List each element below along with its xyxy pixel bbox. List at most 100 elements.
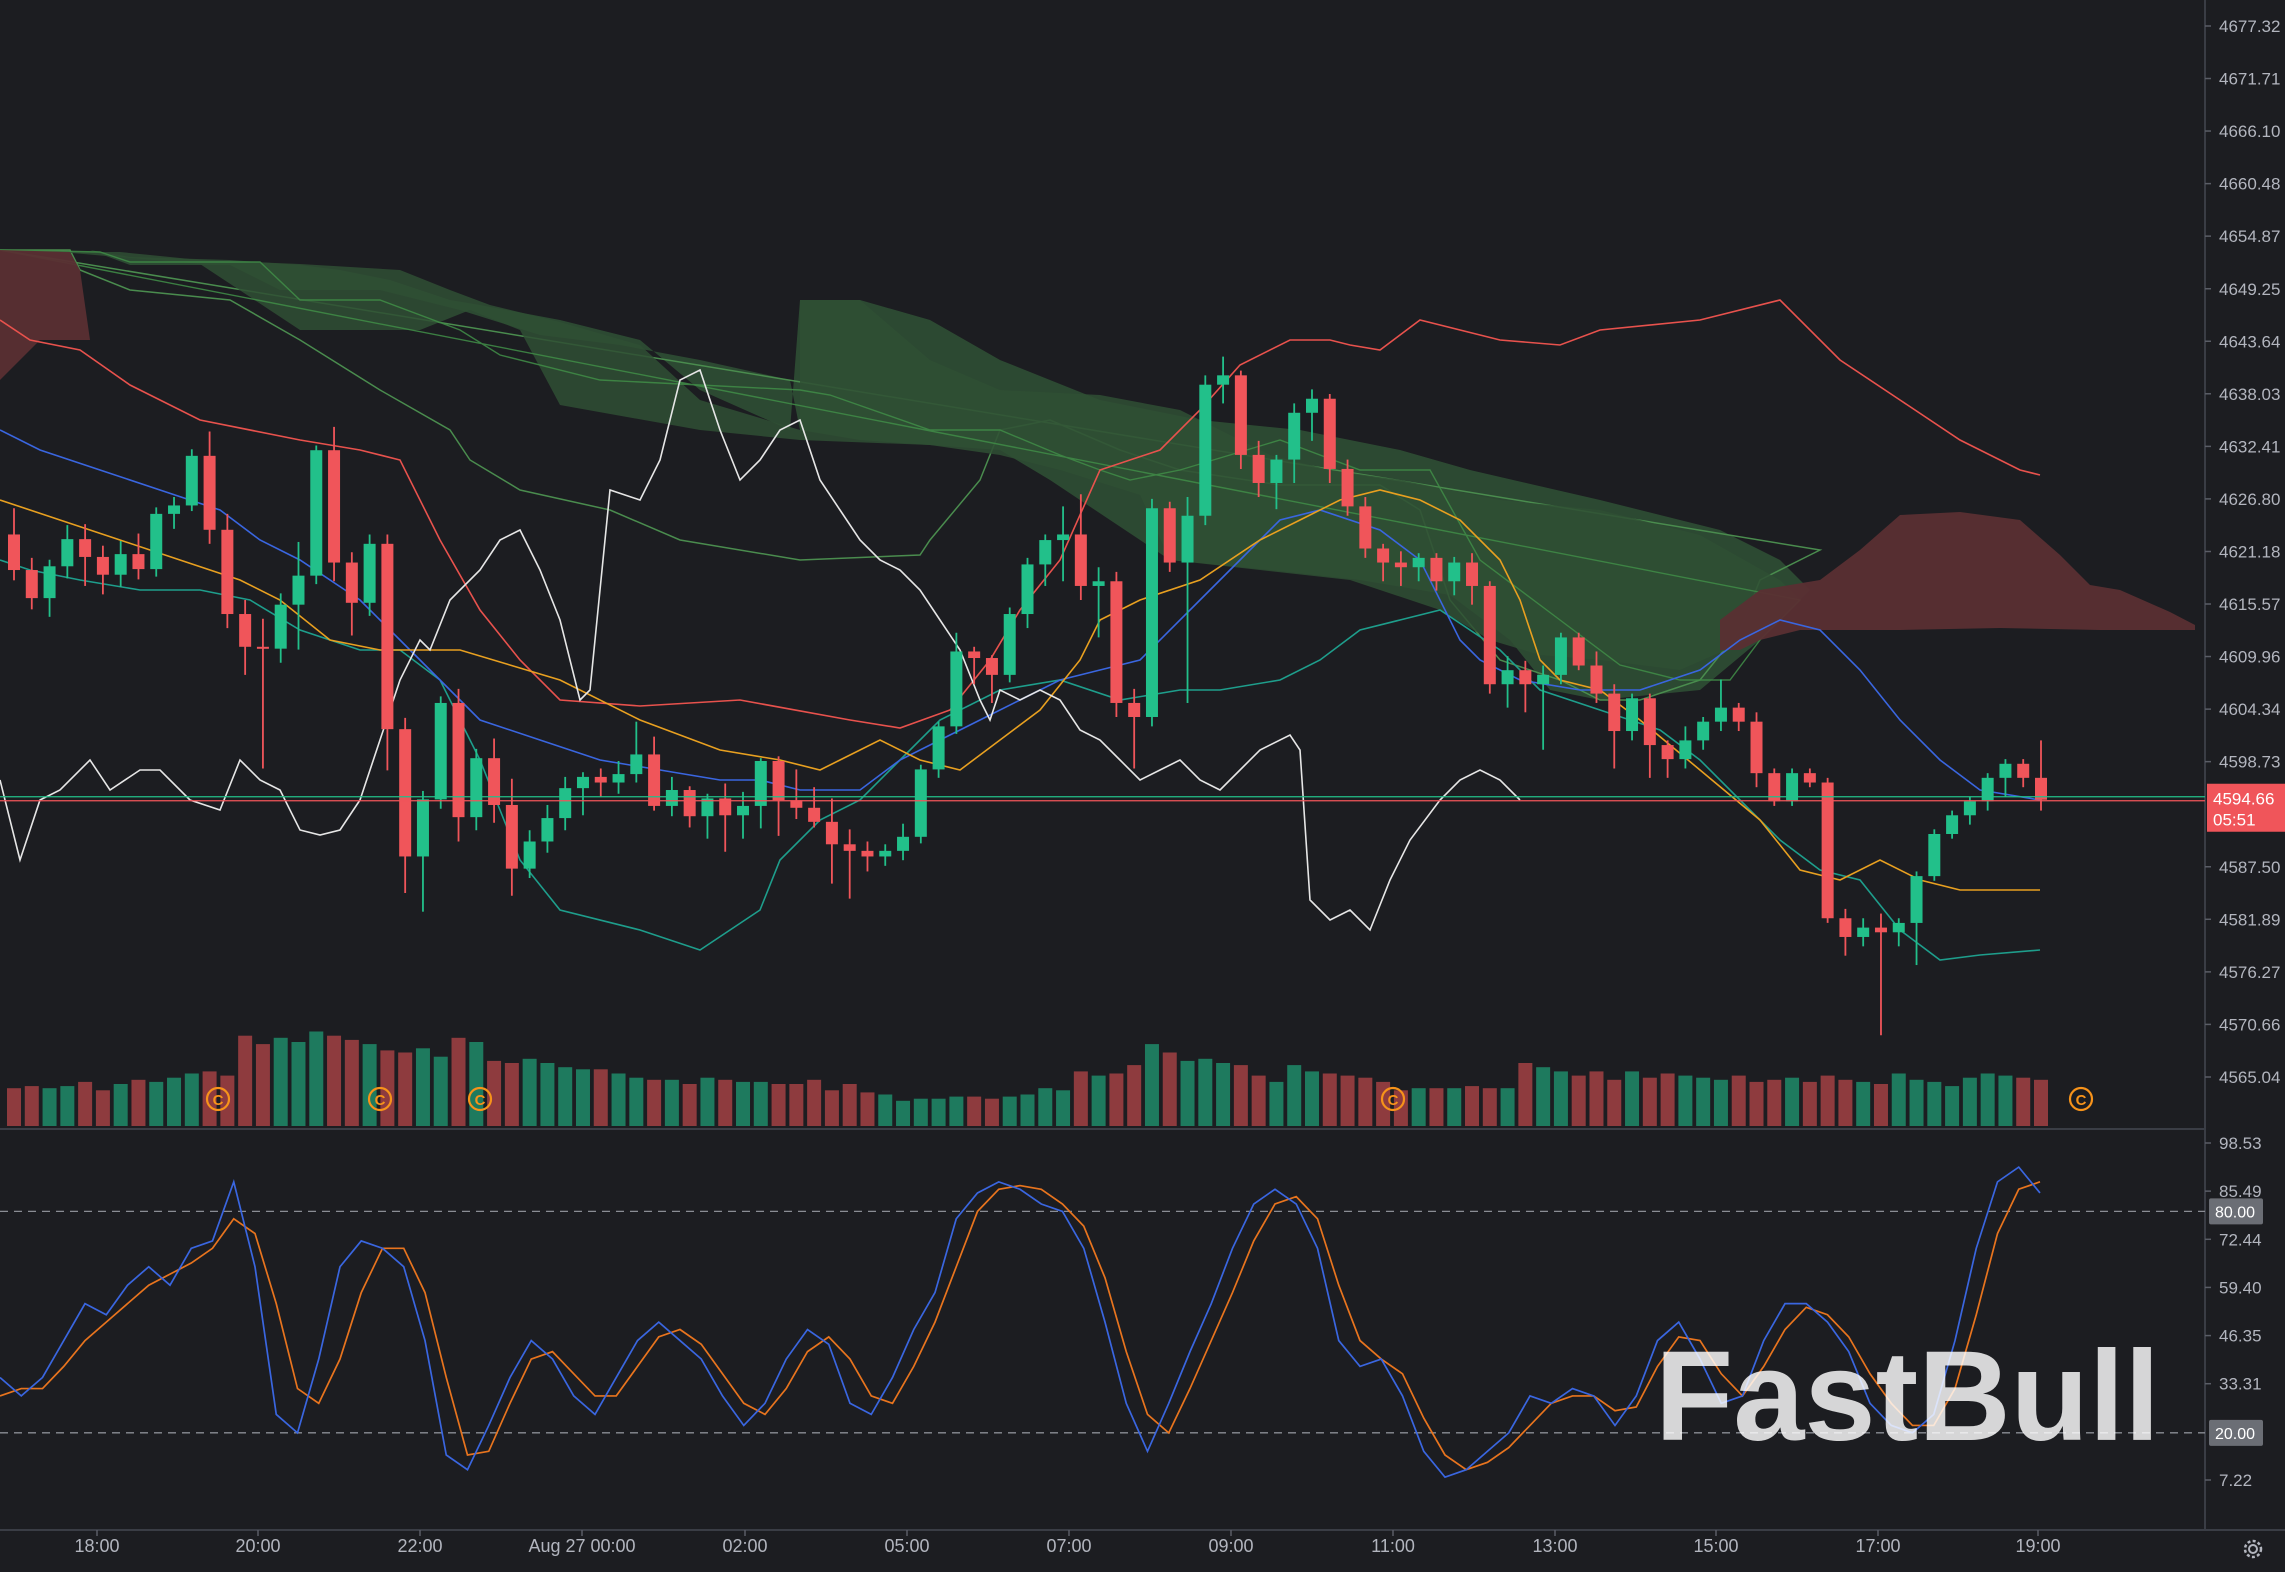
volume-bar [1589,1071,1604,1126]
osc-tick-label: 7.22 [2219,1471,2252,1490]
volume-bar [327,1035,342,1126]
candle-body [239,614,252,647]
price-tick-label: 4570.66 [2219,1015,2280,1034]
candle-body [648,754,661,806]
time-tick-label: 09:00 [1208,1536,1253,1556]
volume-bar [1767,1079,1782,1126]
volume-bar [131,1079,146,1126]
volume-bar [1713,1079,1728,1126]
volume-bar [984,1098,999,1126]
volume-bar [1998,1075,2013,1126]
volume-bar [1873,1084,1888,1126]
volume-bar [1020,1094,1035,1126]
candle-body [1874,927,1887,933]
price-tick-label: 4666.10 [2219,122,2280,141]
volume-bar [344,1039,359,1126]
candle-body [114,554,127,575]
volume-bar [1056,1090,1071,1126]
price-tick-label: 4581.89 [2219,910,2280,929]
time-tick-label: 05:00 [884,1536,929,1556]
volume-bar [1785,1077,1800,1126]
candle-body [1697,721,1710,741]
volume-bar [593,1069,608,1126]
volume-bar [1304,1071,1319,1126]
price-tick-label: 4677.32 [2219,17,2280,36]
candle-body [1057,534,1070,541]
gear-icon[interactable] [2240,1536,2266,1562]
volume-bar [1660,1073,1675,1126]
volume-bar [1287,1065,1302,1126]
candle-body [897,836,910,851]
candle-body [1483,585,1496,685]
candle-body [737,805,750,816]
price-tag: 4594.66 05:51 [2207,783,2285,832]
volume-bar [1038,1088,1053,1126]
volume-bar [718,1079,733,1126]
price-tick-label: 4604.34 [2219,700,2280,719]
volume-bar [1216,1063,1231,1126]
candle-body [381,543,394,730]
candle-body [665,790,678,806]
osc-tick-label: 33.31 [2219,1375,2262,1394]
time-tick-label: 19:00 [2015,1536,2060,1556]
volume-bar [7,1088,21,1126]
volume-bar [362,1044,377,1126]
marker-label: C [2076,1092,2087,1109]
price-tick-label: 4609.96 [2219,648,2280,667]
volume-bar [647,1079,662,1126]
volume-bar [433,1056,448,1126]
volume-bar [949,1096,964,1126]
candle-body [1128,702,1141,717]
price-tick-label: 4649.25 [2219,280,2280,299]
candle-body [1234,375,1247,455]
volume-bar [1678,1075,1693,1126]
candle-body [772,760,785,801]
candle-body [1021,564,1034,615]
volume-bar [1802,1081,1817,1126]
volume-bar [113,1084,128,1126]
time-tick-label: 20:00 [235,1536,280,1556]
candle-body [985,658,998,675]
candle-body [576,776,589,789]
candle-body [292,575,305,605]
marker-label: C [213,1092,224,1109]
volume-bar [1162,1052,1177,1126]
volume-bar [700,1077,715,1126]
volume-bar [931,1098,946,1126]
candle-body [1341,468,1354,507]
price-tag-value: 4594.66 [2213,790,2274,809]
volume-bar [2034,1079,2048,1126]
volume-bar [167,1077,182,1126]
candle-body [1377,548,1390,563]
candle-body [203,455,216,530]
candle-body [1714,707,1727,722]
candle-body [399,729,412,857]
volume-bar [736,1081,751,1126]
candle-body [1981,777,1994,802]
marker-label: C [1388,1092,1399,1109]
volume-bar [1518,1063,1533,1126]
candle-body [1163,508,1176,563]
candle-body [630,754,643,775]
volume-bar [1856,1081,1871,1126]
candle-body [879,850,892,857]
candle-body [861,850,874,857]
candle-body [1803,773,1816,783]
time-tick-label: 22:00 [397,1536,442,1556]
candle-body [914,769,927,837]
osc-tick-label: 85.49 [2219,1182,2262,1201]
candle-body [488,758,501,805]
volume-bar [1180,1060,1195,1126]
candle-body [1661,745,1674,760]
candle-body [1305,398,1318,413]
candle-body [932,726,945,770]
volume-bar [664,1079,679,1126]
candle-body [1626,698,1639,732]
candle-body [1857,927,1870,937]
osc-tick-label: 59.40 [2219,1278,2262,1297]
fastbull-logo: FastBull [1655,1330,2155,1460]
candle-body [754,760,767,806]
candle-body [2017,763,2030,778]
candle-body [968,651,981,659]
volume-bar [1909,1079,1924,1126]
